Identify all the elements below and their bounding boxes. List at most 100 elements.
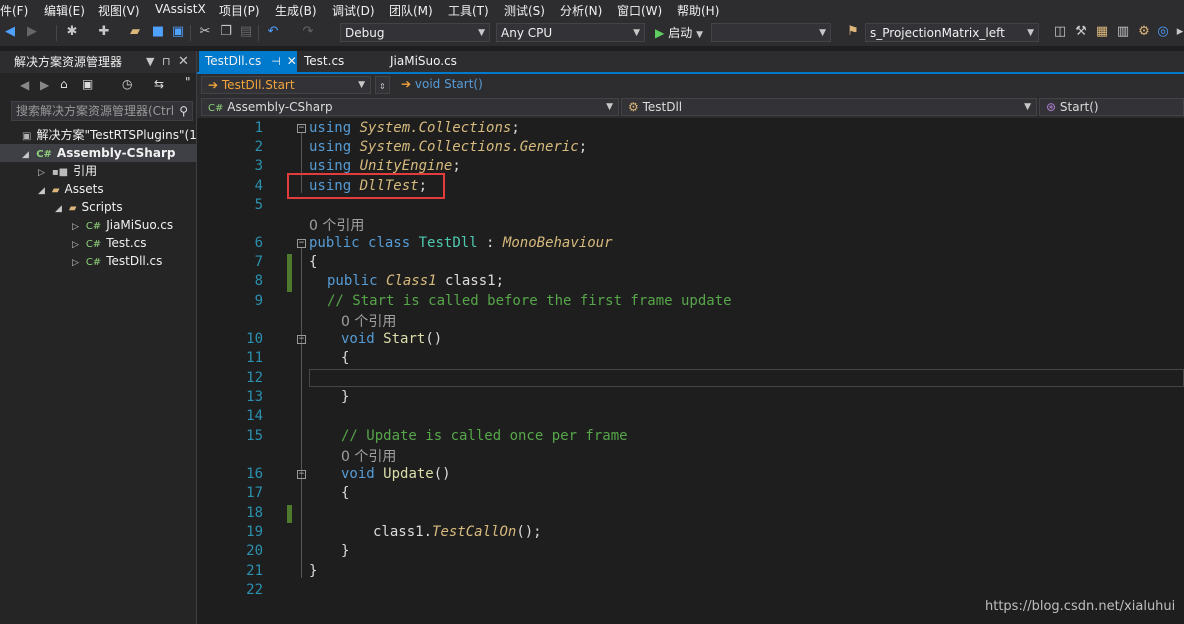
menu-bar: 件(F) 编辑(E) 视图(V) VAssistX 项目(P) 生成(B) 调试… [0, 0, 1184, 20]
class-name: TestDll [418, 235, 478, 251]
chevron-down-icon: ▼ [358, 80, 365, 90]
code-editor[interactable]: 1 2 3 4 5 6 7 8 9 10 11 12 13 14 15 16 1… [197, 118, 1184, 624]
tab-testdll[interactable]: TestDll.cs ⊣ ✕ [199, 51, 297, 72]
member-combo[interactable]: ➔ TestDll.Start ▼ [201, 76, 371, 94]
brace: { [309, 254, 318, 270]
back-icon[interactable]: ◀ [2, 24, 18, 40]
dropdown-icon[interactable]: ▼ [146, 51, 154, 73]
tree-references[interactable]: ▷ ▪■ 引用 [38, 162, 97, 180]
find-value: s_ProjectionMatrix_left [870, 26, 1005, 40]
attach-combo[interactable]: ▼ [711, 23, 831, 42]
code-line-1: using System.Collections; [309, 120, 520, 136]
find-combo[interactable]: s_ProjectionMatrix_left ▼ [865, 23, 1039, 42]
menu-vassistx[interactable]: VAssistX [155, 2, 206, 16]
project-combo[interactable]: C# Assembly-CSharp ▼ [201, 98, 619, 116]
menu-tools[interactable]: 工具(T) [448, 2, 489, 19]
more-icon[interactable]: ▸ [1172, 24, 1184, 40]
line-number: 17 [246, 485, 263, 501]
save-icon[interactable]: ■ [150, 24, 166, 40]
sync-icon[interactable]: ⇆ [154, 77, 164, 91]
edge-icon[interactable]: ◎ [1155, 24, 1171, 40]
new-project-icon[interactable]: ✱ [64, 24, 80, 40]
menu-window[interactable]: 窗口(W) [617, 2, 662, 19]
signature-combo[interactable]: ➔ void Start() [395, 76, 1184, 94]
pin-icon[interactable]: ⊣ [271, 55, 281, 68]
close-icon[interactable]: ✕ [287, 54, 297, 68]
line-number: 13 [246, 389, 263, 405]
window-icon[interactable]: ◫ [1052, 24, 1068, 40]
tab-jiamisuo[interactable]: JiaMiSuo.cs [384, 51, 484, 72]
chevron-down-icon: ▼ [819, 28, 826, 38]
start-button[interactable]: ▶ 启动 ▼ [655, 24, 703, 41]
fold-toggle-icon[interactable]: − [297, 470, 306, 479]
wrench-icon[interactable]: ⚒ [1073, 24, 1089, 40]
platform-combo[interactable]: Any CPU ▼ [496, 23, 645, 42]
forward-icon[interactable]: ▶ [24, 24, 40, 40]
more-icon[interactable]: " [185, 75, 191, 89]
method-combo[interactable]: ⊛ Start() [1039, 98, 1184, 116]
home-icon[interactable]: ⌂ [60, 77, 68, 91]
reference-count[interactable]: 0 个引用 [309, 215, 364, 235]
tree-label: Assembly-CSharp [56, 146, 176, 160]
search-icon[interactable]: ⚲ [179, 102, 188, 120]
paste-icon[interactable]: ▤ [238, 24, 254, 40]
copy-icon[interactable]: ❐ [218, 24, 234, 40]
tree-project[interactable]: ◢ C# Assembly-CSharp [0, 144, 196, 162]
reference-count[interactable]: 0 个引用 [341, 446, 396, 466]
save-all-icon[interactable]: ▣ [170, 24, 186, 40]
class-combo[interactable]: ⚙ TestDll ▼ [621, 98, 1037, 116]
fold-toggle-icon[interactable]: − [297, 335, 306, 344]
menu-help[interactable]: 帮助(H) [677, 2, 719, 19]
switch-view-icon[interactable]: ▣ [82, 77, 93, 91]
menu-file[interactable]: 件(F) [0, 2, 28, 19]
fold-toggle-icon[interactable]: − [297, 124, 306, 133]
fold-toggle-icon[interactable]: − [297, 239, 306, 248]
redo-icon[interactable]: ↷ [300, 24, 316, 40]
pin-icon[interactable]: ⊓ [162, 51, 171, 73]
scroll-updown[interactable]: ⇕ [375, 76, 390, 94]
solution-search-input[interactable]: 搜索解决方案资源管理器(Ctrl ⚲ [11, 101, 193, 121]
menu-view[interactable]: 视图(V) [98, 2, 140, 19]
method-call: TestCallOn [432, 524, 517, 540]
menu-debug[interactable]: 调试(D) [332, 2, 375, 19]
forward-icon[interactable]: ▶ [40, 78, 49, 92]
menu-test[interactable]: 测试(S) [504, 2, 545, 19]
config-combo[interactable]: Debug ▼ [340, 23, 490, 42]
history-icon[interactable]: ◷ [122, 77, 132, 91]
menu-analyze[interactable]: 分析(N) [560, 2, 602, 19]
find-in-files-icon[interactable]: ⚑ [845, 24, 861, 40]
tree-file-test[interactable]: ▷ C# Test.cs [72, 234, 147, 252]
member-path: TestDll.Start [221, 78, 295, 92]
csharp-file-icon: C# [85, 257, 102, 268]
keyword: public [309, 235, 360, 251]
navigation-bar: ➔ TestDll.Start ▼ ⇕ ➔ void Start() [197, 74, 1184, 96]
menu-project[interactable]: 项目(P) [219, 2, 260, 19]
menu-edit[interactable]: 编辑(E) [44, 2, 85, 19]
tree-file-jiamisuo[interactable]: ▷ C# JiaMiSuo.cs [72, 216, 173, 234]
reference-count[interactable]: 0 个引用 [341, 311, 396, 331]
tree-solution[interactable]: ▣ 解决方案"TestRTSPlugins"(1 · [22, 126, 204, 144]
tree-label: 引用 [73, 164, 98, 178]
extension-icon[interactable]: ⚙ [1136, 24, 1152, 40]
toolbox-icon[interactable]: ▥ [1115, 24, 1131, 40]
cut-icon[interactable]: ✂ [197, 24, 213, 40]
menu-build[interactable]: 生成(B) [275, 2, 317, 19]
class-icon: ⚙ [628, 100, 639, 114]
tree-scripts[interactable]: ◢ ▰ Scripts [55, 198, 123, 216]
tree-file-testdll[interactable]: ▷ C# TestDll.cs [72, 252, 162, 270]
menu-team[interactable]: 团队(M) [389, 2, 433, 19]
tool-icon[interactable]: ▦ [1094, 24, 1110, 40]
play-icon: ▶ [655, 26, 665, 40]
undo-icon[interactable]: ↶ [265, 24, 281, 40]
add-item-icon[interactable]: ✚ [96, 24, 112, 40]
tree-assets[interactable]: ◢ ▰ Assets [38, 180, 104, 198]
open-file-icon[interactable]: ▰ [127, 24, 143, 40]
line-number: 2 [254, 139, 263, 155]
code-line-16: void Update() [341, 466, 451, 482]
close-icon[interactable]: ✕ [178, 51, 189, 73]
back-icon[interactable]: ◀ [20, 78, 29, 92]
tab-test[interactable]: Test.cs [298, 51, 388, 72]
keyword: using [309, 120, 352, 136]
brace: } [341, 389, 350, 405]
field-name: class1; [436, 273, 505, 289]
